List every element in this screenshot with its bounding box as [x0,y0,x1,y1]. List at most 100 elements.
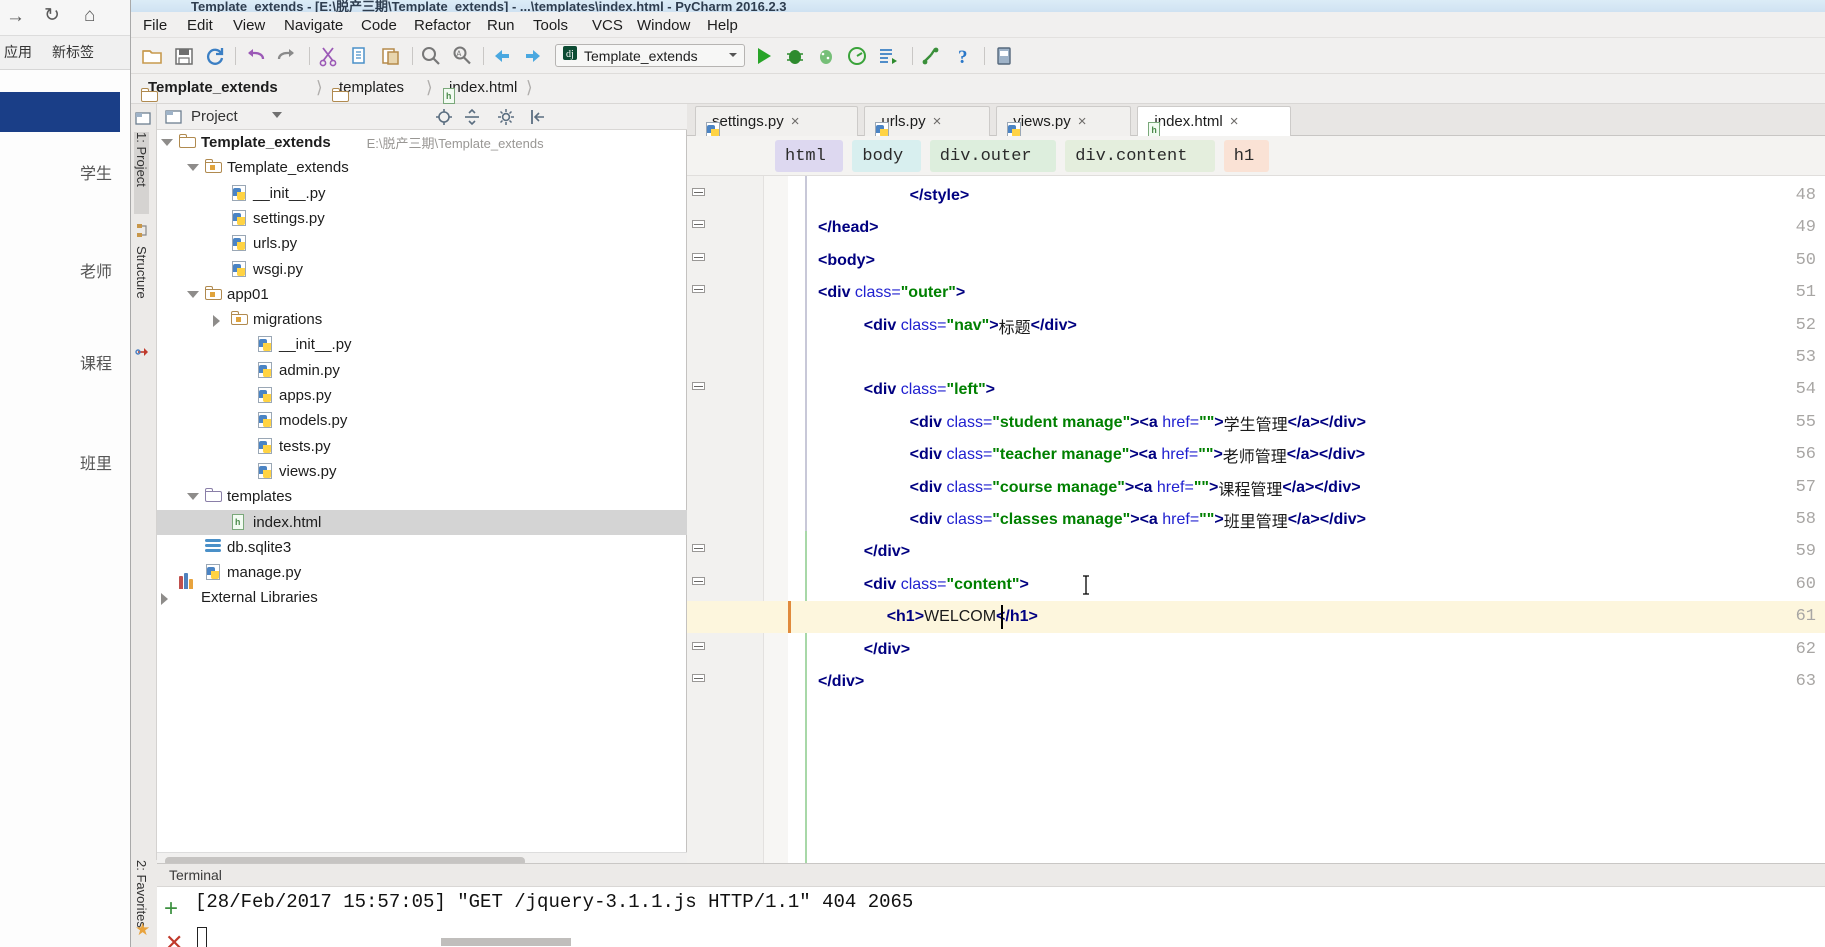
tree-item-template-extends[interactable]: Template_extends E:\脱产三期\Template_extends [157,130,687,155]
tree-item-migrations[interactable]: migrations [157,307,687,332]
terminal-hscroll-thumb[interactable] [441,938,571,946]
menu-window[interactable]: Window [631,15,696,36]
reload-icon[interactable]: ↻ [44,4,60,27]
attach-icon[interactable] [993,45,1015,67]
close-icon[interactable]: × [1230,113,1239,130]
code-line-49[interactable]: </head> [818,212,878,244]
menu-tools[interactable]: Tools [527,15,574,36]
chevron-down-icon[interactable] [728,47,738,65]
code-line-52[interactable]: <div class= "nav" > 标题 </div> [864,310,1077,342]
menu-help[interactable]: Help [701,15,744,36]
collapse-all-icon[interactable] [463,108,481,126]
chevron-right-icon[interactable] [161,593,168,606]
code-line-61[interactable]: <h1> WELCOM </h1> [887,601,1038,633]
editor-tab-views-py[interactable]: views.py × [996,106,1132,138]
element-chip-div-content[interactable]: div.content [1065,140,1215,172]
code-line-50[interactable]: <body> [818,245,875,277]
element-chip-h1[interactable]: h1 [1223,140,1269,172]
browser-side-item-1[interactable]: 老师 [80,258,112,282]
settings-icon[interactable] [497,108,515,126]
menu-edit[interactable]: Edit [181,15,219,36]
tree-item-app01[interactable]: app01 [157,282,687,307]
chevron-down-icon[interactable] [161,139,173,146]
hide-icon[interactable] [529,108,547,126]
fold-toggle[interactable] [692,252,706,267]
code-line-63[interactable]: </div> [818,666,864,698]
tree-item-admin-py[interactable]: admin.py [157,358,687,383]
tree-item-external-libraries[interactable]: External Libraries [157,573,687,610]
sync-icon[interactable] [204,45,226,67]
code-line-57[interactable]: <div class= "course manage" > <a href= "" > 课程… [910,472,1361,504]
tree-item-apps-py[interactable]: apps.py [157,383,687,408]
chevron-down-icon[interactable] [187,164,199,172]
editor-tab-urls-py[interactable]: urls.py × [864,106,991,138]
save-icon[interactable] [173,45,195,67]
redo-icon[interactable] [276,45,298,67]
tree-item-templates[interactable]: templates [157,484,687,509]
tree-item-views-py[interactable]: views.py [157,459,687,484]
tree-item-wsgi-py[interactable]: wsgi.py [157,257,687,282]
fold-toggle[interactable] [692,641,706,656]
back-icon[interactable] [491,45,513,67]
menu-run[interactable]: Run [481,15,521,36]
help-icon[interactable]: ? [953,45,975,68]
element-breadcrumb-bar[interactable]: html body div.outer div.content h1 [687,136,1825,176]
browser-tab-label[interactable]: 新标签 [52,42,94,62]
home-icon[interactable]: ⌂ [84,5,95,27]
structure-tool-icon[interactable] [135,222,152,239]
breadcrumb-item-file[interactable]: h index.html [442,79,517,104]
breadcrumb-item-templates[interactable]: templates [332,79,404,102]
tree-item-db-sqlite3[interactable]: db.sqlite3 [157,535,687,560]
sidebar-tab-structure[interactable]: Structure [134,246,149,338]
close-icon[interactable]: × [791,113,800,130]
editor-tab-settings-py[interactable]: settings.py × [695,106,859,138]
forward-arrow-icon[interactable]: → [6,6,25,28]
sidebar-tab-project[interactable]: 1: Project [134,132,149,214]
tree-item-models-py[interactable]: models.py [157,408,687,433]
copy-icon[interactable] [349,45,371,67]
menu-view[interactable]: View [227,15,271,36]
browser-side-item-0[interactable]: 学生 [80,160,112,184]
editor-tab-index-html[interactable]: h index.html × [1137,106,1292,138]
open-folder-icon[interactable] [141,45,163,67]
cut-icon[interactable] [317,45,339,67]
close-icon[interactable]: ✕ [165,932,183,947]
code-line-56[interactable]: <div class= "teacher manage" > <a href= "" > 老… [910,439,1365,471]
close-icon[interactable]: × [933,113,942,130]
chevron-down-icon[interactable] [187,493,199,501]
fold-toggle[interactable] [692,674,706,688]
locate-icon[interactable] [435,108,453,126]
browser-side-item-2[interactable]: 课程 [80,350,112,374]
paste-icon[interactable] [380,45,402,67]
element-chip-html[interactable]: html [775,140,844,172]
code-line-60[interactable]: <div class= "content" > [864,569,1029,601]
fold-toggle[interactable] [692,188,706,202]
debug-icon[interactable] [784,45,806,67]
code-line-55[interactable]: <div class= "student manage" > <a href= "" > 学… [910,407,1366,439]
fold-toggle[interactable] [692,220,706,234]
code-editor[interactable]: 48 </style> 49 </head> 50 <body> 51 <div class=… [687,176,1825,879]
element-chip-div-outer[interactable]: div.outer [929,140,1057,172]
element-chip-body[interactable]: body [852,140,921,172]
project-tree[interactable]: Template_extends E:\脱产三期\Template_extends… [157,130,687,850]
fold-toggle[interactable] [692,576,706,591]
project-tool-icon[interactable] [135,110,152,127]
editor-tabstrip[interactable]: settings.py × urls.py × views.py × h index.html… [687,104,1825,138]
code-line-58[interactable]: <div class= "classes manage" > <a href= "" > 班… [910,504,1366,536]
code-folding-column[interactable] [764,176,788,879]
breadcrumb-item-project[interactable]: Template_extends [141,79,278,102]
browser-side-item-3[interactable]: 班里 [80,450,112,474]
run-icon[interactable] [753,45,775,67]
fold-toggle[interactable] [692,544,706,558]
menu-refactor[interactable]: Refactor [408,15,477,36]
code-line-59[interactable]: </div> [864,536,910,568]
code-line-54[interactable]: <div class= "left" > [864,374,995,406]
code-line-62[interactable]: </div> [864,634,910,666]
favorites-star-icon[interactable]: ★ [135,920,150,940]
chevron-right-icon[interactable] [213,315,220,328]
tree-item-manage-py[interactable]: manage.py [157,560,687,585]
settings-icon[interactable] [921,45,943,67]
run-configuration-selector[interactable]: dj Template_extends [555,44,745,67]
browser-app-label[interactable]: 应用 [4,42,32,62]
code-line-51[interactable]: <div class= "outer" > [818,277,965,309]
